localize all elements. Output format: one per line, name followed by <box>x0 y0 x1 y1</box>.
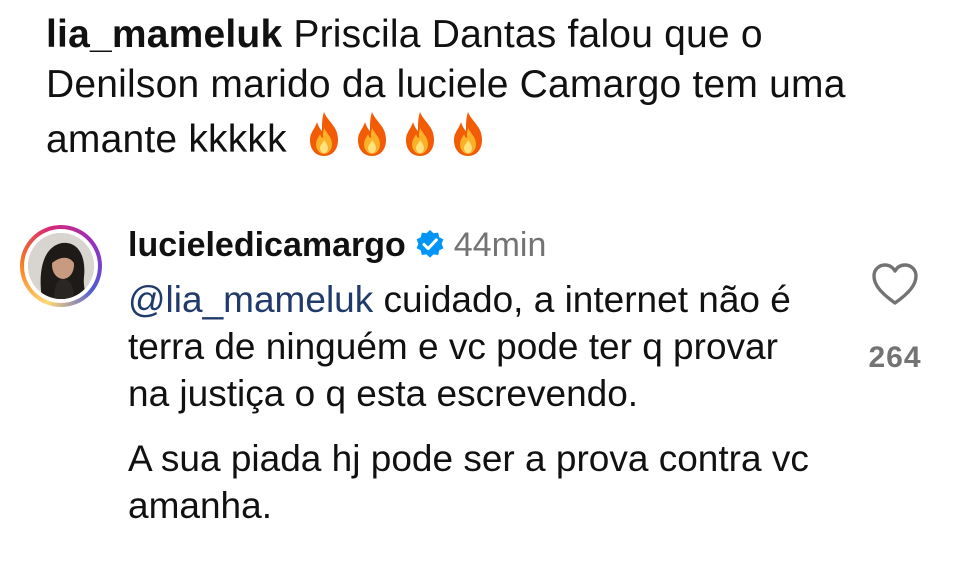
reply-username[interactable]: lucieledicamargo <box>128 226 406 265</box>
like-section: 264 <box>860 262 930 375</box>
reply-body: @lia_mameluk cuidado, a internet não é t… <box>128 276 818 529</box>
reply-header: lucieledicamargo 44min <box>128 222 546 268</box>
verified-badge-icon <box>414 229 446 261</box>
fire-icon <box>302 110 346 158</box>
caption-username[interactable]: lia_mameluk <box>46 13 282 56</box>
avatar[interactable] <box>20 225 102 307</box>
like-count: 264 <box>868 341 922 374</box>
heart-outline-icon[interactable] <box>860 262 930 311</box>
reply-paragraph-2: A sua piada hj pode ser a prova contra v… <box>128 438 809 526</box>
fire-icon <box>446 110 490 158</box>
avatar-photo <box>28 233 94 299</box>
fire-icon <box>350 110 394 158</box>
post-caption: lia_mameluk Priscila Dantas falou que o … <box>46 10 926 165</box>
reply-paragraph-1: @lia_mameluk cuidado, a internet não é t… <box>128 276 818 417</box>
reply-timestamp: 44min <box>453 225 547 264</box>
mention-link[interactable]: @lia_mameluk <box>128 279 373 320</box>
fire-icon <box>398 110 442 158</box>
